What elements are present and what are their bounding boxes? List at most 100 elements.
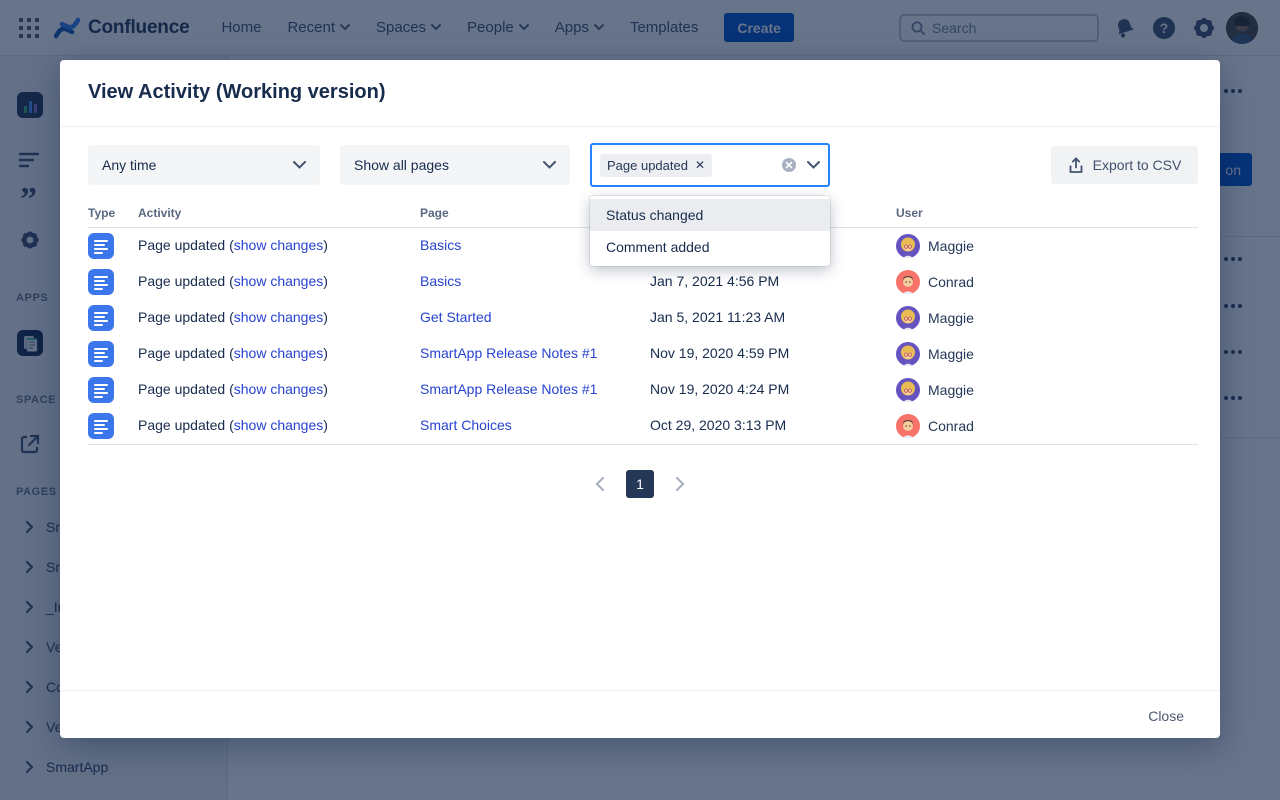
activity-cell: Page updated (show changes) — [138, 417, 328, 433]
chevron-down-icon — [543, 161, 556, 169]
show-changes-link[interactable]: show changes — [234, 237, 324, 253]
page-link[interactable]: Get Started — [420, 309, 492, 325]
pages-filter-value: Show all pages — [354, 157, 449, 173]
clear-select-icon[interactable] — [781, 157, 797, 173]
activity-text: Page updated ( — [138, 309, 234, 325]
activity-text-end: ) — [323, 345, 328, 361]
pagination: 1 — [60, 470, 1220, 498]
avatar-conrad-icon — [896, 414, 920, 438]
date-cell: Oct 29, 2020 3:13 PM — [650, 417, 786, 433]
activity-cell: Page updated (show changes) — [138, 273, 328, 289]
show-changes-link[interactable]: show changes — [234, 309, 324, 325]
page-cell: Smart Choices — [420, 417, 512, 433]
page-link[interactable]: SmartApp Release Notes #1 — [420, 381, 597, 397]
activity-cell: Page updated (show changes) — [138, 309, 328, 325]
activity-cell: Page updated (show changes) — [138, 237, 328, 253]
avatar-maggie-icon — [896, 306, 920, 330]
page-type-icon — [88, 413, 114, 439]
show-changes-link[interactable]: show changes — [234, 345, 324, 361]
activity-text-end: ) — [323, 381, 328, 397]
activity-cell: Page updated (show changes) — [138, 381, 328, 397]
page-cell: SmartApp Release Notes #1 — [420, 345, 597, 361]
page-cell: Get Started — [420, 309, 492, 325]
filter-tag-label: Page updated — [607, 158, 688, 173]
page-cell: Basics — [420, 237, 461, 253]
page-link[interactable]: Basics — [420, 237, 461, 253]
dialog-title: View Activity (Working version) — [88, 81, 385, 104]
dropdown-option[interactable]: Status changed — [590, 199, 830, 231]
activity-text-end: ) — [323, 417, 328, 433]
page-type-icon — [88, 305, 114, 331]
col-header-activity: Activity — [138, 206, 181, 220]
table-row: Page updated (show changes) SmartApp Rel… — [60, 372, 1220, 408]
user-cell: Maggie — [896, 342, 974, 366]
user-name: Maggie — [928, 346, 974, 362]
date-cell: Nov 19, 2020 4:59 PM — [650, 345, 789, 361]
activity-cell: Page updated (show changes) — [138, 345, 328, 361]
col-header-type: Type — [88, 206, 115, 220]
page-type-icon — [88, 377, 114, 403]
show-changes-link[interactable]: show changes — [234, 273, 324, 289]
export-to-csv-button[interactable]: Export to CSV — [1051, 146, 1198, 184]
date-cell: Jan 7, 2021 4:56 PM — [650, 273, 779, 289]
col-header-user: User — [896, 206, 923, 220]
table-bottom-divider — [88, 444, 1198, 445]
time-filter-value: Any time — [102, 157, 156, 173]
col-header-page: Page — [420, 206, 449, 220]
view-activity-dialog: View Activity (Working version) Any time… — [60, 60, 1220, 738]
filter-tag-page-updated: Page updated ✕ — [600, 154, 712, 177]
show-changes-link[interactable]: show changes — [234, 381, 324, 397]
activity-text: Page updated ( — [138, 237, 234, 253]
user-cell: Maggie — [896, 234, 974, 258]
time-filter-select[interactable]: Any time — [88, 145, 320, 185]
show-changes-link[interactable]: show changes — [234, 417, 324, 433]
table-row: Page updated (show changes) Get Started … — [60, 300, 1220, 336]
table-row: Page updated (show changes) SmartApp Rel… — [60, 336, 1220, 372]
page-cell: Basics — [420, 273, 461, 289]
screen: Confluence Home Recent Spaces People App… — [0, 0, 1280, 800]
user-name: Maggie — [928, 238, 974, 254]
activity-text: Page updated ( — [138, 273, 234, 289]
user-cell: Maggie — [896, 378, 974, 402]
activity-text: Page updated ( — [138, 381, 234, 397]
avatar-maggie-icon — [896, 234, 920, 258]
user-name: Conrad — [928, 274, 974, 290]
user-name: Maggie — [928, 382, 974, 398]
page-type-icon — [88, 233, 114, 259]
activity-text-end: ) — [323, 309, 328, 325]
user-name: Maggie — [928, 310, 974, 326]
page-link[interactable]: SmartApp Release Notes #1 — [420, 345, 597, 361]
page-link[interactable]: Smart Choices — [420, 417, 512, 433]
previous-page-button[interactable] — [595, 477, 604, 491]
activity-type-dropdown-menu: Status changed Comment added — [590, 196, 830, 266]
activity-text: Page updated ( — [138, 345, 234, 361]
avatar-conrad-icon — [896, 270, 920, 294]
activity-text-end: ) — [323, 273, 328, 289]
user-cell: Conrad — [896, 270, 974, 294]
table-row: Page updated (show changes) Basics Jan 7… — [60, 264, 1220, 300]
avatar-maggie-icon — [896, 342, 920, 366]
dialog-footer: Close — [60, 690, 1220, 738]
page-type-icon — [88, 341, 114, 367]
chevron-down-icon[interactable] — [807, 161, 820, 169]
export-label: Export to CSV — [1093, 157, 1182, 173]
page-link[interactable]: Basics — [420, 273, 461, 289]
activity-type-multiselect[interactable]: Page updated ✕ — [590, 143, 830, 187]
dialog-header: View Activity (Working version) — [60, 60, 1220, 127]
user-cell: Maggie — [896, 306, 974, 330]
table-row: Page updated (show changes) Smart Choice… — [60, 408, 1220, 444]
activity-text: Page updated ( — [138, 417, 234, 433]
remove-tag-icon[interactable]: ✕ — [695, 159, 705, 171]
pages-filter-select[interactable]: Show all pages — [340, 145, 570, 185]
close-button[interactable]: Close — [1140, 704, 1192, 728]
chevron-down-icon — [293, 161, 306, 169]
page-number-button[interactable]: 1 — [626, 470, 654, 498]
user-cell: Conrad — [896, 414, 974, 438]
activity-text-end: ) — [323, 237, 328, 253]
export-icon — [1068, 157, 1084, 174]
dropdown-option[interactable]: Comment added — [590, 231, 830, 263]
date-cell: Nov 19, 2020 4:24 PM — [650, 381, 789, 397]
avatar-maggie-icon — [896, 378, 920, 402]
date-cell: Jan 5, 2021 11:23 AM — [650, 309, 785, 325]
next-page-button[interactable] — [676, 477, 685, 491]
